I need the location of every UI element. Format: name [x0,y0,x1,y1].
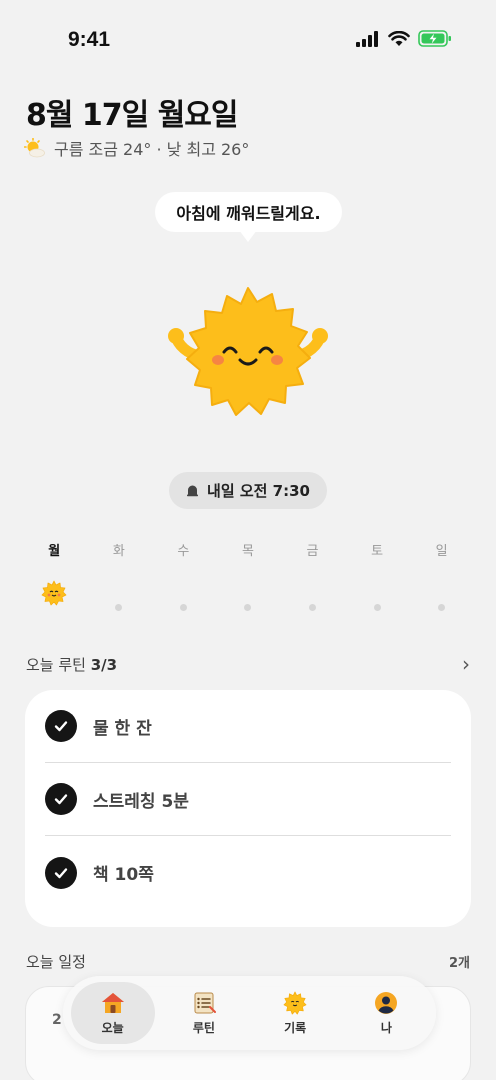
house-icon [101,992,124,1013]
partly-cloudy-icon [24,138,45,158]
day-saturday[interactable]: 토 [345,540,410,616]
day-label: 수 [177,544,190,559]
day-dot [179,604,187,611]
status-icons [356,30,452,47]
tab-label: 나 [380,1020,392,1035]
routine-card: 물 한 잔 스트레칭 5분 책 10쪽 [25,690,471,927]
speech-bubble-tail [239,230,257,242]
routine-item-label: 물 한 잔 [93,718,152,739]
routine-item[interactable]: 스트레칭 5분 [45,763,451,836]
sun-icon [283,991,307,1014]
status-time: 9:41 [68,28,111,51]
tab-bar: 오늘 루틴 기록 나 [63,976,436,1050]
day-monday[interactable]: 월 [22,540,87,616]
day-dot [438,604,446,611]
checkmark-icon[interactable] [45,783,77,815]
cellular-signal-icon [356,30,378,47]
schedule-section-header: 오늘 일정 2개 [26,951,470,972]
alarm-label: 내일 오전 7:30 [207,482,310,500]
day-dot [244,604,252,611]
speech-bubble: 아침에 깨워드릴게요. [155,192,342,232]
routine-title: 오늘 루틴 3/3 [26,654,117,675]
day-label: 목 [241,544,254,559]
day-thursday[interactable]: 목 [216,540,281,616]
day-label: 화 [112,544,125,559]
page-title: 8월 17일 월요일 [26,98,239,133]
routine-section-header[interactable]: 오늘 루틴 3/3 › [26,652,470,676]
tab-me[interactable]: 나 [344,982,428,1044]
weather-summary: 구름 조금 24° · 낮 최고 26° [24,136,249,160]
day-label: 일 [435,544,448,559]
tab-record[interactable]: 기록 [253,982,337,1044]
battery-charging-icon [418,30,451,47]
routine-progress: 3/3 [90,655,118,674]
day-friday[interactable]: 금 [280,540,345,616]
routine-item-label: 책 10쪽 [93,865,154,885]
checkmark-icon[interactable] [45,710,77,742]
day-label: 토 [371,544,384,559]
chevron-right-icon[interactable]: › [462,652,470,676]
checklist-icon [194,992,216,1013]
schedule-item-peek: 2 [52,1012,62,1028]
tab-label: 오늘 [101,1020,124,1035]
wifi-icon [388,30,410,46]
day-label: 월 [48,544,61,559]
day-dot [373,604,381,611]
routine-item-label: 스트레칭 5분 [93,791,189,812]
day-dot [309,604,317,611]
day-sunday[interactable]: 일 [409,540,474,616]
checkmark-icon[interactable] [45,856,77,889]
routine-title-prefix: 오늘 루틴 [26,655,86,674]
tab-label: 기록 [284,1020,307,1035]
tab-today[interactable]: 오늘 [70,982,155,1044]
status-bar: 9:41 [0,0,496,82]
day-label: 금 [306,544,319,559]
week-strip: 월 화 수 목 금 토 일 [22,540,474,616]
schedule-count: 2개 [448,956,470,971]
sun-icon [41,580,67,606]
schedule-title: 오늘 일정 [26,953,86,971]
alarm-button[interactable]: 내일 오전 7:30 [169,472,327,509]
weather-text: 구름 조금 24° · 낮 최고 26° [54,140,250,159]
bell-icon [187,485,199,497]
day-tuesday[interactable]: 화 [87,540,152,616]
tab-routine[interactable]: 루틴 [162,982,246,1044]
routine-item[interactable]: 물 한 잔 [45,690,451,763]
profile-icon [375,991,398,1014]
sun-mascot-icon[interactable] [160,282,336,432]
tab-label: 루틴 [192,1020,215,1035]
routine-item[interactable]: 책 10쪽 [45,836,451,909]
day-dot [115,604,123,611]
day-wednesday[interactable]: 수 [151,540,216,616]
